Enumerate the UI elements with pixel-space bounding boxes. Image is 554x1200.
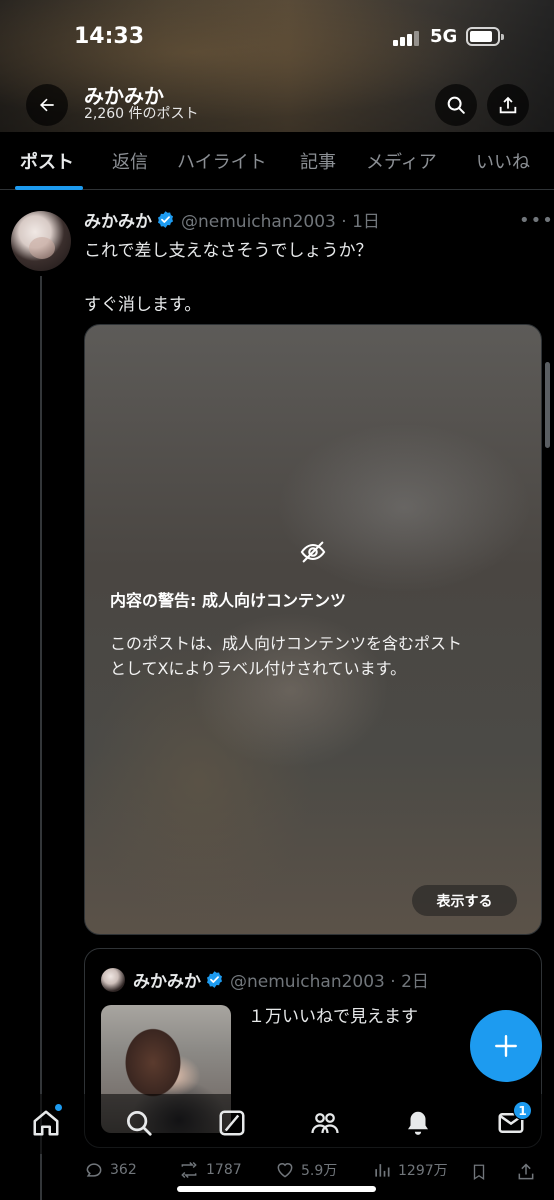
bookmark-icon[interactable] <box>470 1162 488 1182</box>
show-content-button[interactable]: 表示する <box>412 885 517 916</box>
view-count: 1297万 <box>398 1163 448 1179</box>
profile-tabs: ポスト 返信 ハイライト 記事 メディア いいね <box>0 132 554 190</box>
content-warning-title: 内容の警告: 成人向けコンテンツ <box>110 591 346 610</box>
quote-author-name: みかみか <box>133 972 201 992</box>
tab-posts[interactable]: ポスト <box>20 148 74 174</box>
author-handle-time: @nemuichan2003 · 1日 <box>181 212 380 232</box>
share-button[interactable] <box>487 84 529 126</box>
home-icon[interactable] <box>31 1108 61 1138</box>
author-name[interactable]: みかみか <box>84 207 152 232</box>
reply-icon <box>86 1163 102 1177</box>
sensitive-media[interactable]: 内容の警告: 成人向けコンテンツ このポストは、成人向けコンテンツを含むポスト … <box>84 324 542 935</box>
search-icon <box>447 96 465 114</box>
content-warning-body-line-2: としてXによりラベル付けされています。 <box>110 659 407 678</box>
views-button[interactable]: 1297万 <box>372 1160 448 1180</box>
battery-icon <box>466 27 504 46</box>
home-indicator <box>177 1186 376 1192</box>
scrollbar[interactable] <box>545 362 550 448</box>
quote-header: みかみか @nemuichan2003 · 2日 <box>133 967 429 992</box>
home-notification-dot <box>55 1104 62 1111</box>
repost-icon <box>181 1161 197 1179</box>
views-chart-icon <box>375 1164 390 1177</box>
heart-icon <box>277 1163 293 1178</box>
reply-button[interactable]: 362 <box>84 1160 137 1180</box>
network-label: 5G <box>430 26 458 47</box>
like-count: 5.9万 <box>301 1163 338 1179</box>
avatar[interactable] <box>11 211 71 271</box>
verified-badge-icon <box>157 211 174 228</box>
quote-avatar <box>101 968 125 992</box>
communities-icon[interactable] <box>310 1108 340 1138</box>
tweet-text-line-1: これで差し支えなさそうでしょうか？ <box>84 241 373 261</box>
verified-badge-icon <box>206 971 223 988</box>
search-icon[interactable] <box>124 1108 154 1138</box>
plus-icon <box>495 1035 517 1057</box>
signal-icon <box>393 30 421 46</box>
tweet-header: みかみか @nemuichan2003 · 1日 <box>84 207 380 232</box>
tweet-text-line-2: すぐ消します。 <box>84 295 202 315</box>
active-tab-indicator <box>15 186 83 190</box>
content-warning-body-line-1: このポストは、成人向けコンテンツを含むポスト <box>110 634 463 653</box>
share-icon[interactable] <box>516 1162 536 1182</box>
repost-count: 1787 <box>206 1162 242 1178</box>
status-time: 14:33 <box>74 24 145 49</box>
grok-icon[interactable] <box>217 1108 247 1138</box>
share-icon <box>499 96 517 114</box>
more-options-icon[interactable]: ••• <box>519 210 554 231</box>
tab-highlights[interactable]: ハイライト <box>177 148 267 174</box>
thread-line <box>40 276 42 1200</box>
repost-button[interactable]: 1787 <box>178 1160 242 1180</box>
notifications-bell-icon[interactable] <box>403 1108 433 1138</box>
tab-likes[interactable]: いいね <box>476 148 530 174</box>
messages-badge: 1 <box>513 1101 532 1120</box>
tab-articles[interactable]: 記事 <box>300 148 336 174</box>
quote-handle-time: @nemuichan2003 · 2日 <box>230 972 429 992</box>
back-button[interactable] <box>26 84 68 126</box>
like-button[interactable]: 5.9万 <box>275 1160 337 1180</box>
compose-button[interactable] <box>470 1010 542 1082</box>
tab-media[interactable]: メディア <box>366 148 437 174</box>
arrow-left-icon <box>40 98 54 112</box>
bottom-nav: 1 <box>0 1094 554 1154</box>
quote-text: １万いいねで見えます <box>248 1007 418 1027</box>
reply-count: 362 <box>110 1162 137 1178</box>
search-button[interactable] <box>435 84 477 126</box>
post-count: 2,260 件のポスト <box>84 106 199 122</box>
eye-off-icon <box>300 541 326 563</box>
tab-replies[interactable]: 返信 <box>112 148 148 174</box>
